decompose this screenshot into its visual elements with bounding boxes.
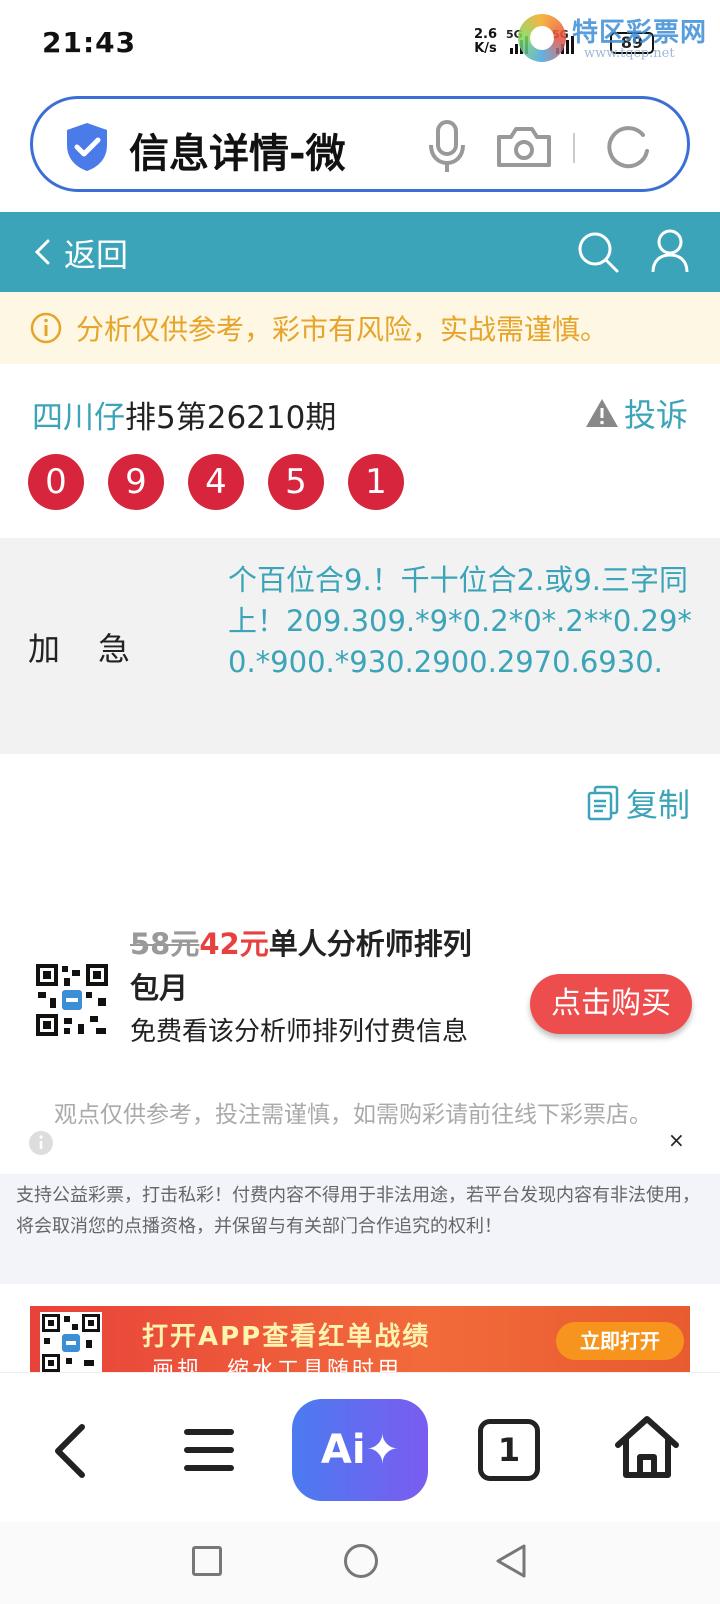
network-speed-unit: K/s [474, 41, 497, 56]
complain-label: 投诉 [623, 396, 688, 434]
ai-assistant-button[interactable]: Ai✦ [292, 1399, 428, 1501]
banner-title: 打开APP查看红单战绩 [142, 1322, 431, 1352]
system-back-icon[interactable] [494, 1542, 528, 1580]
network-speed: 2.6 K/s [474, 28, 497, 56]
offer-title: 58元42元单人分析师排列包月 [130, 922, 500, 1010]
result-ball: 1 [348, 454, 404, 510]
nav-header: 返回 [0, 212, 720, 292]
app-promo-banner[interactable]: 打开APP查看红单战绩 画规、缩水工具随时用 立即打开 [30, 1306, 690, 1372]
home-icon[interactable] [612, 1413, 682, 1483]
watermark-logo-icon [518, 14, 566, 62]
new-price: 42元 [199, 927, 269, 961]
risk-warning-bar: 分析仅供参考，彩市有风险，实战需谨慎。 [0, 292, 720, 364]
content-text: 个百位合9.！千十位合2.或9.三字同上！209.309.*9*0.2*0*.2… [228, 563, 692, 679]
user-icon[interactable] [650, 228, 690, 274]
info-icon [29, 1131, 53, 1155]
risk-warning-text: 分析仅供参考，彩市有风险，实战需谨慎。 [76, 313, 609, 346]
result-ball: 4 [188, 454, 244, 510]
warning-triangle-icon [585, 399, 618, 427]
open-app-button[interactable]: 立即打开 [556, 1322, 684, 1360]
buy-button[interactable]: 点击购买 [530, 974, 692, 1034]
legal-notice-box: 支持公益彩票，打击私彩！付费内容不得用于非法用途，若平台发现内容有非法使用，将会… [0, 1174, 720, 1284]
search-icon[interactable] [576, 230, 620, 274]
complain-button[interactable]: 投诉 [584, 390, 688, 436]
close-icon[interactable]: × [668, 1128, 685, 1152]
status-bar: 21:43 2.6 K/s 5G 5G 89 特区彩票网 www.tqcp.ne… [0, 0, 720, 88]
old-price: 58元 [130, 927, 200, 961]
address-divider [573, 133, 575, 163]
issue-title-row: 四川仔排5第26210期 投诉 [0, 384, 720, 444]
address-text[interactable]: 信息详情-微 [129, 121, 389, 179]
status-time: 21:43 [42, 26, 137, 59]
address-bar[interactable]: 信息详情-微 [30, 96, 690, 192]
watermark: 特区彩票网 www.tqcp.net [518, 10, 718, 66]
disclaimer-text: 观点仅供参考，投注需谨慎，如需购彩请前往线下彩票店。 [54, 1102, 652, 1128]
qr-code-icon [34, 962, 110, 1038]
microphone-icon[interactable] [425, 119, 469, 175]
analyst-name[interactable]: 四川仔 [32, 400, 125, 436]
copy-label: 复制 [625, 786, 690, 824]
result-ball: 0 [28, 454, 84, 510]
recent-apps-icon[interactable] [192, 1546, 222, 1576]
browser-back-icon[interactable] [52, 1423, 88, 1479]
watermark-name: 特区彩票网 [572, 18, 708, 48]
network-speed-value: 2.6 [474, 27, 498, 42]
refresh-icon[interactable] [603, 123, 653, 173]
issue-title: 四川仔排5第26210期 [32, 392, 336, 437]
copy-button[interactable]: 复制 [586, 780, 690, 826]
result-ball: 9 [108, 454, 164, 510]
home-circle-icon[interactable] [344, 1544, 378, 1578]
shield-check-icon [67, 123, 107, 171]
camera-icon[interactable] [495, 125, 553, 169]
content-label: 加急 [28, 630, 169, 668]
menu-icon[interactable] [184, 1427, 234, 1473]
issue-number: 排5第26210期 [125, 400, 337, 436]
system-navigation-bar [0, 1522, 720, 1604]
offer-description: 免费看该分析师排列付费信息 [130, 1017, 469, 1047]
tabs-button[interactable]: 1 [478, 1419, 540, 1481]
banner-subtitle: 画规、缩水工具随时用 [152, 1358, 403, 1372]
watermark-url: www.tqcp.net [584, 46, 675, 61]
analysis-content-box: 加急 个百位合9.！千十位合2.或9.三字同上！209.309.*9*0.2*0… [0, 538, 720, 754]
result-ball: 5 [268, 454, 324, 510]
back-button[interactable]: 返回 [64, 230, 128, 276]
back-chevron-icon[interactable] [32, 238, 52, 266]
info-circle-icon [30, 312, 62, 344]
copy-document-icon [587, 785, 619, 821]
result-balls: 0 9 4 5 1 [28, 454, 404, 510]
browser-bottom-bar: Ai✦ 1 [0, 1372, 720, 1522]
banner-qr-code-icon [40, 1312, 102, 1372]
legal-notice-text: 支持公益彩票，打击私彩！付费内容不得用于非法用途，若平台发现内容有非法使用，将会… [16, 1185, 700, 1237]
